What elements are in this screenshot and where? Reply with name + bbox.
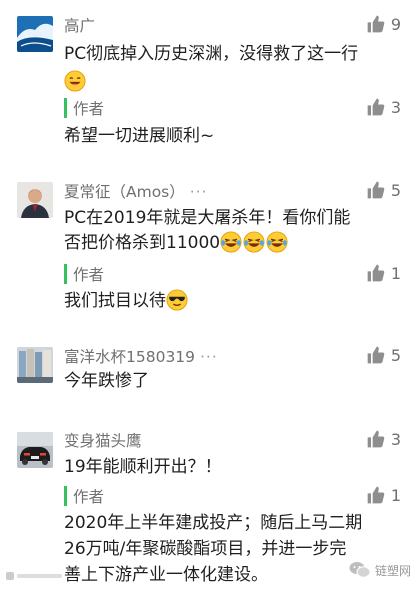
commenter-name[interactable]: 高广 — [64, 14, 95, 36]
commenter-name[interactable]: 富洋水杯1580319 ··· — [64, 345, 218, 367]
comment-text: PC在2019年就是大屠杀年！看你们能 否把价格杀到11000 — [64, 208, 351, 253]
reply-indicator — [64, 264, 67, 284]
author-label: 作者 — [73, 488, 105, 506]
author-reply-text: 希望一切进展顺利~ — [64, 126, 215, 146]
avatar[interactable] — [17, 347, 53, 383]
thumb-up-icon — [366, 345, 386, 365]
comment-text: PC彻底掉入历史深渊，没得救了这一行 — [64, 42, 392, 94]
like-count: 9 — [390, 14, 401, 34]
comment-item: 富洋水杯1580319 ··· 5 今年跌惨了 — [0, 335, 417, 425]
smile-emoji-icon — [64, 70, 86, 92]
like-button[interactable]: 1 — [366, 485, 401, 505]
more-options[interactable]: ··· — [200, 348, 218, 366]
comment-text: 今年跌惨了 — [64, 371, 149, 391]
like-count: 1 — [390, 263, 401, 283]
reply-indicator — [64, 98, 67, 118]
more-options[interactable]: ··· — [190, 183, 208, 201]
watermark-brand: 链塑网 — [349, 561, 411, 579]
like-count: 5 — [390, 345, 401, 365]
commenter-name[interactable]: 变身猫头鹰 — [64, 429, 142, 451]
like-count: 3 — [390, 429, 401, 449]
watermark-logo — [6, 570, 64, 585]
like-button[interactable]: 9 — [366, 14, 401, 34]
author-label: 作者 — [73, 100, 105, 118]
author-reply-text: 我们拭目以待 — [64, 288, 400, 314]
wechat-logo-icon — [349, 562, 371, 578]
author-label: 作者 — [73, 266, 105, 284]
commenter-name[interactable]: 夏常征（Amos） ··· — [64, 180, 207, 202]
like-button[interactable]: 1 — [366, 263, 401, 283]
laugh-tears-emoji-icon — [266, 231, 288, 253]
laugh-tears-emoji-icon — [220, 231, 242, 253]
comment-item: 高广 9 PC彻底掉入历史深渊，没得救了这一行 作者 3 希望一切进展顺利~ — [0, 0, 417, 160]
thumb-up-icon — [366, 429, 386, 449]
avatar[interactable] — [17, 182, 53, 218]
like-button[interactable]: 5 — [366, 345, 401, 365]
comment-item: 夏常征（Amos） ··· 5 PC在2019年就是大屠杀年！看你们能 否把价格… — [0, 160, 417, 335]
like-count: 3 — [390, 97, 401, 117]
thumb-up-icon — [366, 180, 386, 200]
thumb-up-icon — [366, 97, 386, 117]
like-button[interactable]: 3 — [366, 97, 401, 117]
avatar[interactable] — [17, 16, 53, 52]
like-button[interactable]: 5 — [366, 180, 401, 200]
avatar[interactable] — [17, 432, 53, 468]
thumb-up-icon — [366, 485, 386, 505]
thumb-up-icon — [366, 263, 386, 283]
thumb-up-icon — [366, 14, 386, 34]
sunglasses-emoji-icon — [166, 289, 188, 311]
like-button[interactable]: 3 — [366, 429, 401, 449]
like-count: 5 — [390, 180, 401, 200]
comment-text: 19年能顺利开出？！ — [64, 457, 222, 477]
laugh-tears-emoji-icon — [243, 231, 265, 253]
like-count: 1 — [390, 485, 401, 505]
reply-indicator — [64, 486, 67, 506]
brand-name: 链塑网 — [374, 563, 411, 578]
